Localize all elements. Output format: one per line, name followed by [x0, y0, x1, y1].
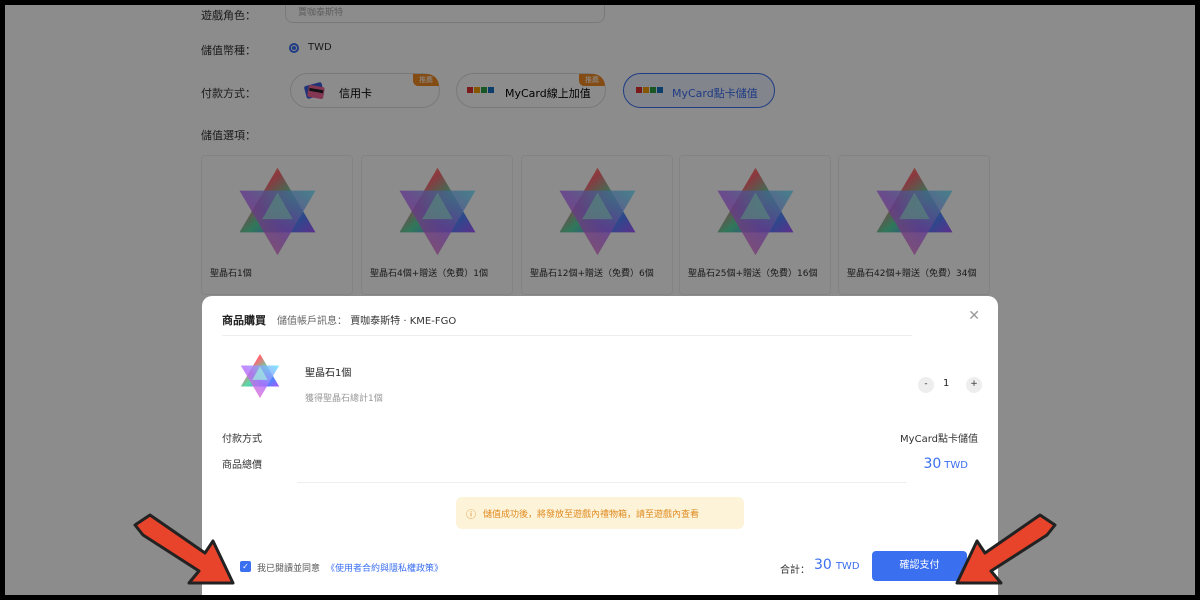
total-label: 商品總價 [222, 460, 262, 471]
total-unit: TWD [944, 460, 968, 471]
product-description: 獲得聖晶石總計1個 [305, 394, 383, 404]
arrow-annotation-icon [955, 513, 1057, 585]
total-amount: 30 [923, 456, 942, 472]
account-label: 儲值帳戶訊息： [277, 316, 347, 327]
info-icon: ⓘ [466, 510, 476, 521]
account-info: 儲值帳戶訊息： 賈咖泰斯特 · KME-FGO [277, 312, 456, 327]
divider [297, 482, 907, 483]
sum-label: 合計： [780, 565, 810, 576]
pay-method-label: 付款方式 [222, 434, 262, 445]
page-frame: 遊戲角色： 賈咖泰斯特 儲值幣種： TWD 付款方式： 信用卡 推薦 MyCar… [5, 5, 1195, 595]
account-value: 賈咖泰斯特 · KME-FGO [350, 316, 457, 327]
product-name: 聖晶石1個 [305, 368, 352, 379]
saint-quartz-icon [236, 352, 284, 400]
agree-text: 我已閱讀並同意 [257, 564, 321, 574]
sum-price: 30 TWD [814, 557, 860, 573]
modal-title: 商品購買 [222, 314, 266, 327]
notice-banner: ⓘ 儲值成功後，將發放至遊戲內禮物箱，請至遊戲內查看 [456, 497, 744, 529]
qty-minus-button[interactable]: - [918, 377, 934, 393]
notice-text: 儲值成功後，將發放至遊戲內禮物箱，請至遊戲內查看 [483, 510, 700, 520]
purchase-modal: 商品購買 儲值帳戶訊息： 賈咖泰斯特 · KME-FGO ✕ 聖晶石1個 獲得聖… [202, 296, 998, 595]
terms-link[interactable]: 《使用者合約與隱私權政策》 [326, 561, 443, 574]
qty-value: 1 [943, 378, 950, 389]
close-icon[interactable]: ✕ [968, 308, 980, 324]
sum-amount: 30 [814, 557, 832, 573]
pay-method-value: MyCard點卡儲值 [900, 434, 978, 445]
divider [222, 335, 912, 336]
qty-plus-button[interactable]: + [966, 377, 982, 393]
total-price: 30 TWD [923, 456, 968, 472]
sum-unit: TWD [835, 561, 860, 572]
arrow-annotation-icon [133, 513, 235, 585]
